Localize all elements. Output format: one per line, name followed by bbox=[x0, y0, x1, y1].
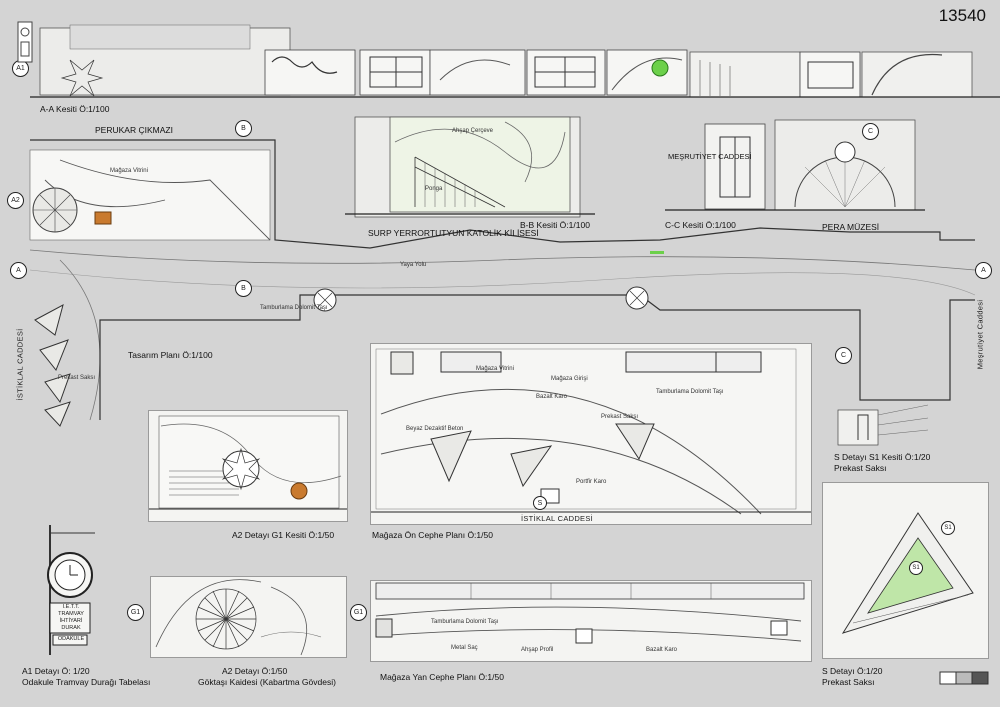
istiklal-vertical-label: İSTİKLAL CADDESİ bbox=[15, 328, 25, 401]
mesrutiyet-label: Meşrutiyet Caddesi bbox=[975, 299, 985, 370]
detail-a2-g1-title: A2 Detayı G1 Kesiti Ö:1/50 bbox=[232, 530, 335, 540]
tram-sign-line-4: DURAK bbox=[61, 625, 81, 631]
marker-a-right: A bbox=[975, 262, 992, 279]
detail-s1-subtitle: Prekast Saksı bbox=[834, 463, 887, 473]
marker-b-bottom: B bbox=[235, 280, 252, 297]
tram-sign-line-3: İHTİYARİ bbox=[59, 618, 83, 624]
tram-sign-line-2: TRAMVAY bbox=[58, 611, 84, 617]
mo-label-saksi: Prekast Saksı bbox=[601, 414, 639, 420]
s-marker-s1-b: S1 bbox=[909, 561, 923, 575]
detail-a2-subtitle: Göktaşı Kaidesi (Kabartma Gövdesi) bbox=[198, 677, 336, 687]
plan-title: Tasarım Planı Ö:1/100 bbox=[128, 350, 213, 360]
marker-a-left: A bbox=[10, 262, 27, 279]
plan-small-label-4: Prekast Saksı bbox=[58, 375, 96, 381]
detail-a2-title: A2 Detayı Ö:1/50 bbox=[222, 666, 288, 676]
detail-a1-title: A1 Detayı Ö: 1/20 bbox=[22, 666, 90, 676]
marker-a2: A2 bbox=[7, 192, 24, 209]
my-label-ahsap: Ahşap Profil bbox=[521, 647, 554, 653]
section-aa-title: A-A Kesiti Ö:1/100 bbox=[40, 104, 110, 114]
detail-magaza-yan-panel: Tamburlama Dolomit Taşı Metal Saç Ahşap … bbox=[370, 580, 812, 662]
detail-s-title: S Detayı Ö:1/20 bbox=[822, 666, 883, 676]
mo-label-bazalt: Bazalt Karo bbox=[536, 394, 568, 400]
church-label: SURP YERRORTUTYUN KATOLİK KİLİSESİ bbox=[368, 228, 539, 238]
perukar-label: PERUKAR ÇIKMAZI bbox=[95, 125, 173, 135]
mo-marker-s: S bbox=[533, 496, 547, 510]
detail-s1-drawing bbox=[837, 404, 929, 446]
plan-small-label-1: Mağaza Vitrini bbox=[110, 168, 148, 174]
detail-s-panel: S1 S1 bbox=[822, 482, 989, 659]
marker-c-bottom: C bbox=[835, 347, 852, 364]
tram-sign-text: İ.E.T.T. TRAMVAY İHTİYARİ DURAK bbox=[51, 604, 91, 632]
my-label-dolomit: Tamburlama Dolomit Taşı bbox=[431, 619, 499, 625]
plan-small-label-3: Tamburlama Dolomit Taşı bbox=[260, 305, 328, 311]
detail-magaza-yan-title: Mağaza Yan Cephe Planı Ö:1/50 bbox=[380, 672, 504, 682]
mo-street-label: İSTİKLAL CADDESİ bbox=[521, 514, 594, 523]
marker-a1: A1 bbox=[12, 60, 29, 77]
tram-sign-line-1: İ.E.T.T. bbox=[62, 604, 80, 610]
mo-label-portfir: Portfir Karo bbox=[576, 479, 607, 485]
logo-icon bbox=[17, 21, 33, 63]
tram-sign-bottom: ODAKULE bbox=[57, 636, 85, 642]
mo-label-beton: Beyaz Dezaktif Beton bbox=[406, 426, 464, 432]
marker-g1-left: G1 bbox=[127, 604, 144, 621]
legend-boxes bbox=[939, 671, 989, 685]
marker-c-top: C bbox=[862, 123, 879, 140]
detail-a2-g1-panel bbox=[148, 410, 348, 522]
mo-label-giris: Mağaza Girişi bbox=[551, 376, 588, 382]
detail-a2-panel bbox=[150, 576, 347, 658]
s-marker-s1-a: S1 bbox=[941, 521, 955, 535]
section-aa-drawing bbox=[30, 24, 1000, 98]
detail-s-subtitle: Prekast Saksı bbox=[822, 677, 875, 687]
detail-magaza-on-panel: Mağaza Vitrini Mağaza Girişi Bazalt Karo… bbox=[370, 343, 812, 525]
marker-g1-right: G1 bbox=[350, 604, 367, 621]
detail-s1-title: S Detayı S1 Kesiti Ö:1/20 bbox=[834, 452, 931, 462]
detail-magaza-on-title: Mağaza Ön Cephe Planı Ö:1/50 bbox=[372, 530, 493, 540]
museum-label: PERA MÜZESİ bbox=[822, 222, 880, 232]
detail-a1-subtitle: Odakule Tramvay Durağı Tabelası bbox=[22, 677, 151, 687]
my-label-metal: Metal Saç bbox=[451, 645, 478, 651]
mo-label-vitrin: Mağaza Vitrini bbox=[476, 366, 514, 372]
my-label-bazalt: Bazalt Karo bbox=[646, 647, 678, 653]
plan-small-label-2: Yaya Yolu bbox=[400, 262, 427, 268]
marker-b-top: B bbox=[235, 120, 252, 137]
mo-label-dolomit: Tamburlama Dolomit Taşı bbox=[656, 389, 724, 395]
